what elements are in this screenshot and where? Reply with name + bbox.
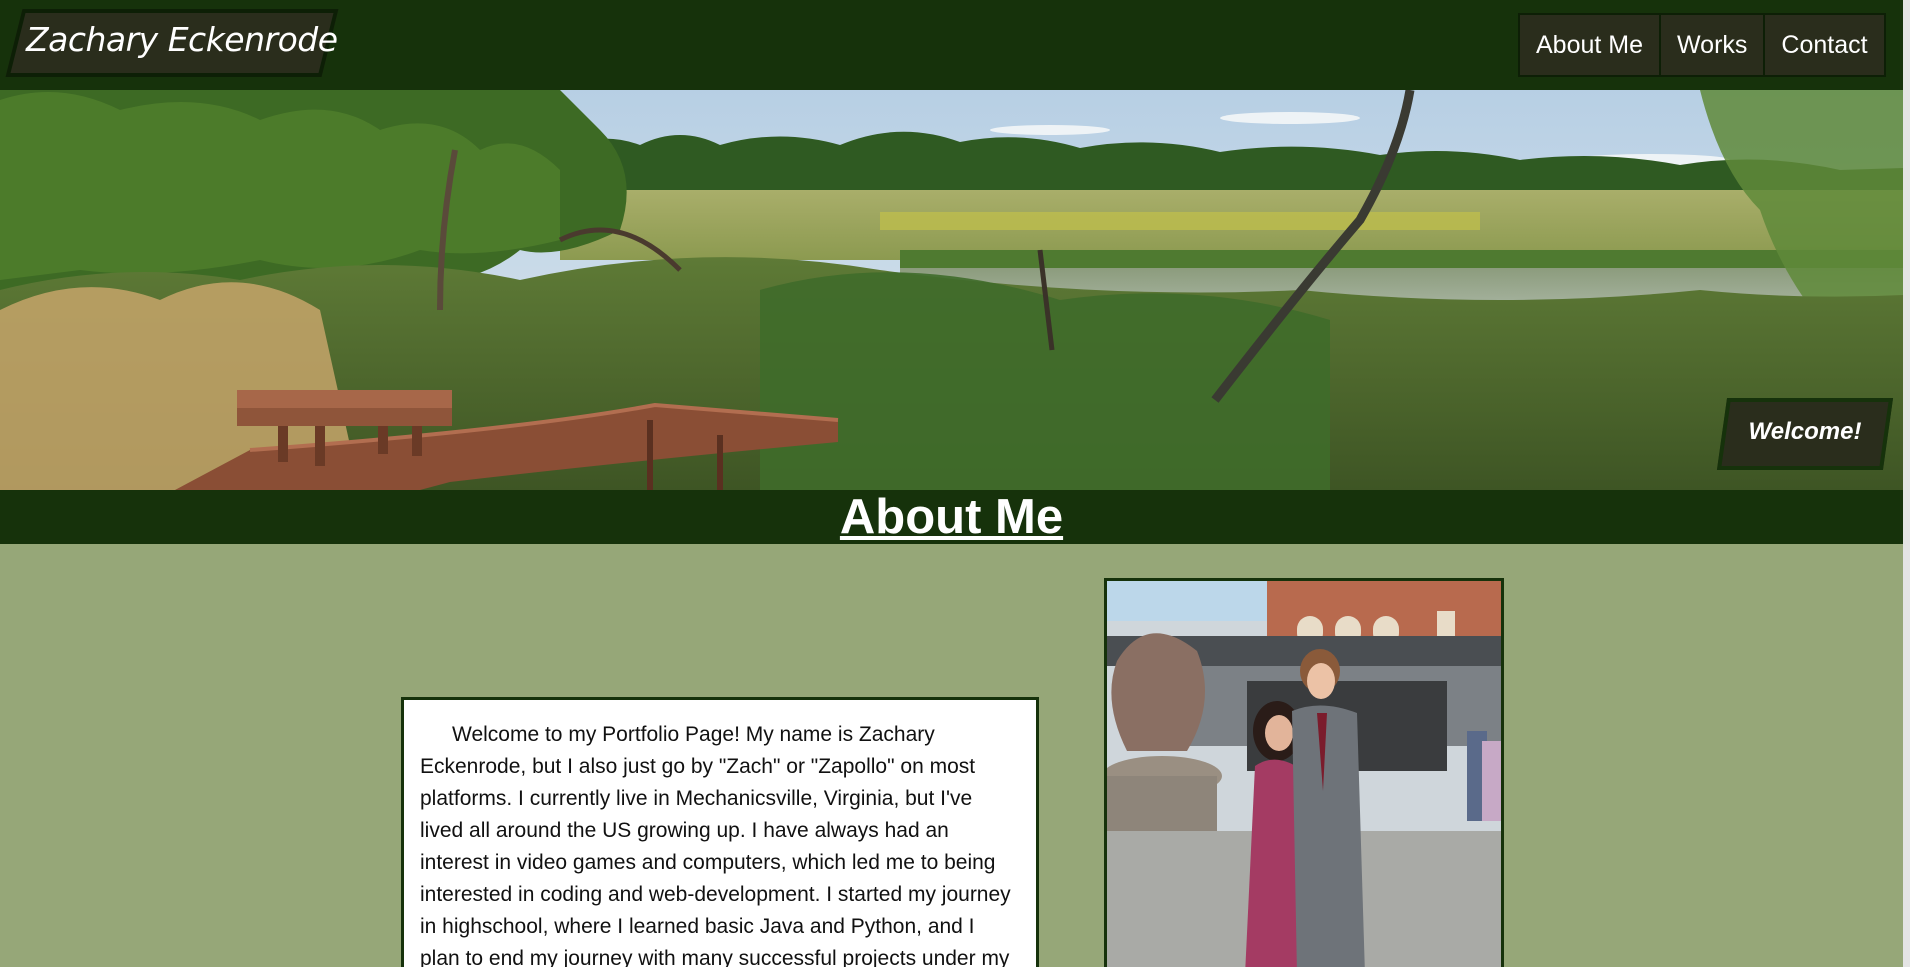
banner-image [0,90,1903,490]
page: Zachary Eckenrode About Me Works Contact [0,0,1903,967]
scrollbar[interactable] [1903,0,1910,967]
profile-photo [1104,578,1504,967]
intro-card: Welcome to my Portfolio Page! My name is… [401,697,1039,967]
section-title: About Me [839,490,1064,544]
site-title[interactable]: Zachary Eckenrode [26,20,338,59]
welcome-badge-label: Welcome! [1748,418,1862,445]
nav-works[interactable]: Works [1661,15,1766,75]
nav-contact[interactable]: Contact [1765,15,1884,75]
nav-about-me[interactable]: About Me [1520,15,1662,75]
intro-text: Welcome to my Portfolio Page! My name is… [420,723,1011,967]
main-nav: About Me Works Contact [1518,13,1886,77]
